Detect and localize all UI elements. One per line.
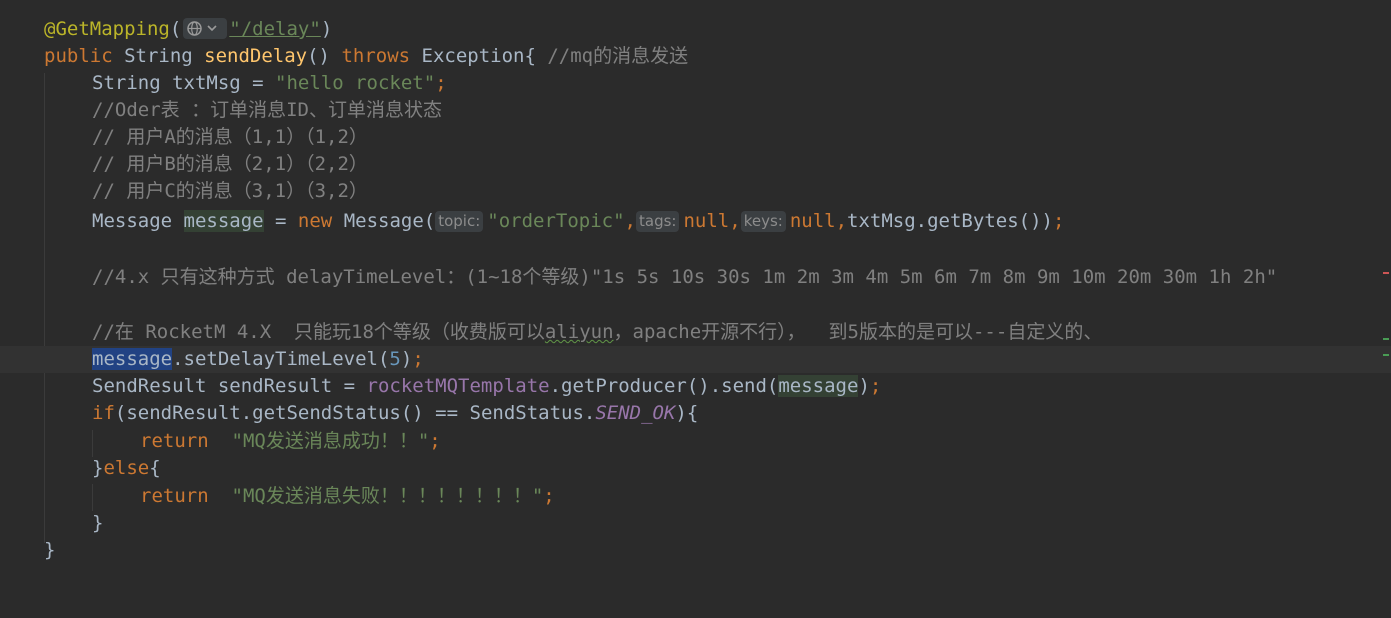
keyword: return [140, 485, 209, 507]
string-literal: "MQ发送消息成功！！" [231, 430, 430, 452]
string-literal: "hello rocket" [275, 72, 436, 94]
method-name: sendDelay [204, 45, 308, 67]
brace: } [92, 457, 104, 479]
code-line[interactable]: if(sendResult.getSendStatus() == SendSta… [0, 400, 1391, 427]
variable: message [778, 375, 859, 397]
code-line[interactable]: // 用户A的消息（1,1）（1,2） [0, 124, 1391, 151]
semicolon: ; [435, 72, 447, 94]
expression: (sendResult.getSendStatus() == SendStatu… [114, 402, 596, 424]
annotation: @GetMapping [44, 18, 170, 40]
code-line[interactable]: //Oder表 ：订单消息ID、订单消息状态 [0, 97, 1391, 124]
change-stripe-marker[interactable] [1383, 338, 1389, 340]
semicolon: ; [869, 375, 882, 397]
constructor: Message( [332, 210, 436, 232]
code-line[interactable]: String txtMsg = "hello rocket"; [0, 70, 1391, 97]
code-line[interactable]: public String sendDelay() throws Excepti… [0, 43, 1391, 70]
comma: , [624, 210, 636, 232]
semicolon: ; [543, 485, 555, 507]
typo-warning[interactable]: aliyun [545, 321, 614, 343]
declaration: SendResult sendResult = [92, 375, 367, 397]
comment: //在 RocketM 4.X 只能玩18个等级（收费版可以 [92, 321, 545, 343]
comment: //Oder表 ：订单消息ID、订单消息状态 [92, 99, 442, 121]
keyword: if [92, 402, 115, 424]
comma: , [835, 210, 848, 232]
punctuation: ) [858, 375, 870, 397]
selected-text[interactable]: message [92, 348, 173, 370]
change-stripe-marker[interactable] [1383, 354, 1389, 356]
punctuation: ) [400, 348, 413, 370]
code-line[interactable]: Message message = new Message(topic: "ord… [0, 208, 1391, 235]
code-line[interactable]: } [0, 537, 1391, 564]
punctuation: ){ [675, 402, 699, 424]
code-line[interactable]: }else{ [0, 455, 1391, 482]
comma: , [729, 210, 741, 232]
type-name: Message [92, 210, 184, 232]
keyword: public [44, 45, 113, 67]
comment: // 用户B的消息（2,1）（2,2） [92, 153, 368, 175]
keyword: new [297, 210, 333, 232]
code-line[interactable]: //4.x 只有这种方式 delayTimeLevel：(1~18个等级)"1s… [0, 264, 1391, 291]
code-line[interactable]: SendResult sendResult = rocketMQTemplate… [0, 373, 1391, 400]
string-literal: "orderTopic" [487, 210, 625, 232]
error-stripe-marker[interactable] [1383, 272, 1389, 274]
variable: message [183, 210, 264, 232]
keyword: null [789, 210, 836, 232]
param-hint-topic: topic: [435, 211, 484, 232]
code-line[interactable]: return "MQ发送消息成功！！"; [0, 428, 1391, 455]
param-hint-tags: tags: [636, 211, 680, 232]
code-line[interactable]: // 用户B的消息（2,1）（2,2） [0, 151, 1391, 178]
code-line[interactable]: return "MQ发送消息失败！！！！！！！！"; [0, 483, 1391, 510]
punctuation: () [307, 45, 342, 67]
brace: } [44, 539, 56, 561]
globe-icon[interactable] [183, 18, 228, 39]
semicolon: ; [412, 348, 424, 370]
comment: //mq的消息发送 [547, 45, 689, 67]
code-line[interactable]: } [0, 510, 1391, 537]
comment: ，apache开源不行）， 到5版本的是可以---自定义的、 [613, 321, 1103, 343]
semicolon: ; [1052, 210, 1065, 232]
comment: // 用户C的消息（3,1）（3,2） [92, 180, 368, 202]
comment: // 用户A的消息（1,1）（1,2） [92, 126, 368, 148]
number-literal: 5 [389, 348, 401, 370]
operator: = [263, 210, 298, 232]
code-line[interactable]: // 用户C的消息（3,1）（3,2） [0, 178, 1391, 205]
keyword: else [103, 457, 150, 479]
type-name: Exception{ [410, 45, 548, 67]
code-editor[interactable]: @GetMapping("/delay") public String send… [0, 0, 1391, 569]
method-call: .getProducer().send( [549, 375, 779, 397]
comment: //4.x 只有这种方式 delayTimeLevel：(1~18个等级)"1s… [92, 266, 1278, 288]
semicolon: ; [429, 430, 441, 452]
type-name: String [112, 45, 205, 67]
expression: txtMsg.getBytes()) [847, 210, 1053, 232]
keyword: null [683, 210, 730, 232]
current-line[interactable]: message.setDelayTimeLevel(5); [0, 346, 1391, 373]
mapping-path[interactable]: "/delay" [229, 18, 321, 40]
code-line[interactable]: @GetMapping("/delay") [0, 16, 1391, 43]
enum-constant: SEND_OK [595, 402, 676, 424]
param-hint-keys: keys: [740, 211, 786, 232]
string-literal: "MQ发送消息失败！！！！！！！！" [231, 485, 544, 507]
keyword: return [140, 430, 209, 452]
field-reference: rocketMQTemplate [366, 375, 550, 397]
keyword: throws [341, 45, 411, 67]
brace: { [149, 457, 161, 479]
method-call: .setDelayTimeLevel( [172, 348, 390, 370]
code-line[interactable]: //在 RocketM 4.X 只能玩18个等级（收费版可以aliyun，apa… [0, 319, 1391, 346]
brace: } [92, 512, 104, 534]
declaration: String txtMsg = [92, 72, 276, 94]
